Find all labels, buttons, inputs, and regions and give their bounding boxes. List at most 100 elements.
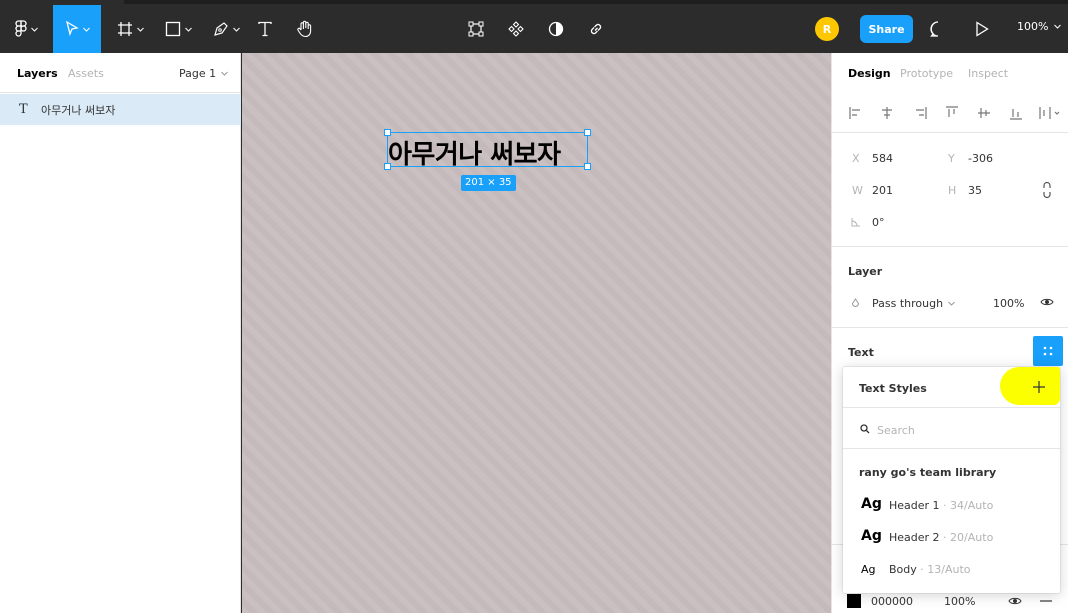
- component-icon: [508, 21, 524, 37]
- constrain-proportions-icon[interactable]: [1042, 182, 1052, 198]
- shape-tool-button[interactable]: [156, 5, 200, 53]
- divider: [832, 246, 1068, 247]
- layer-opacity-field[interactable]: 100%: [993, 297, 1024, 310]
- layers-panel: Layers Assets Page 1 T 아무거나 써보자: [0, 53, 241, 613]
- resize-handle-bottom-right[interactable]: [584, 163, 591, 170]
- divider: [843, 407, 1060, 408]
- file-tab[interactable]: [0, 0, 124, 4]
- present-button[interactable]: [970, 5, 994, 53]
- chevron-down-icon: [184, 27, 192, 32]
- selected-text-layer[interactable]: 아무거나 써보자: [387, 132, 588, 170]
- style-item-body[interactable]: Ag Body · 13/Auto: [843, 553, 1060, 585]
- chevron-down-icon: [232, 27, 240, 32]
- share-button[interactable]: Share: [860, 15, 913, 43]
- align-right-icon[interactable]: [912, 105, 928, 121]
- style-preview: Ag: [861, 496, 882, 512]
- link-icon: [590, 23, 602, 35]
- style-meta: · 20/Auto: [939, 531, 994, 544]
- move-tool-button[interactable]: [53, 5, 101, 53]
- text-layer-icon: T: [19, 102, 28, 117]
- h-label: H: [948, 184, 957, 197]
- minus-icon[interactable]: [1040, 600, 1052, 602]
- style-name: Header 1: [889, 499, 940, 512]
- resize-handle-top-left[interactable]: [384, 129, 391, 136]
- zoom-dropdown[interactable]: 100%: [1017, 20, 1062, 33]
- frame-icon: [117, 22, 132, 36]
- eye-icon[interactable]: [1040, 297, 1054, 307]
- tab-design[interactable]: Design: [848, 67, 891, 80]
- chevron-down-icon: [136, 27, 144, 32]
- style-name: Header 2: [889, 531, 940, 544]
- chevron-down-icon: [221, 71, 228, 76]
- hand-tool-button[interactable]: [290, 5, 320, 53]
- frame-tool-button[interactable]: [108, 5, 152, 53]
- top-toolbar: R Share 100%: [0, 0, 1068, 53]
- transform-button[interactable]: [464, 5, 488, 53]
- divider: [843, 448, 1060, 449]
- style-label: Header 1 · 34/Auto: [889, 499, 993, 512]
- chevron-down-icon: [30, 27, 38, 32]
- pen-tool-button[interactable]: [204, 5, 248, 53]
- style-label: Body · 13/Auto: [889, 563, 971, 576]
- text-styles-button[interactable]: [1033, 336, 1063, 366]
- pen-icon: [213, 22, 228, 36]
- style-item-header-2[interactable]: Ag Header 2 · 20/Auto: [843, 521, 1060, 553]
- tab-layers[interactable]: Layers: [17, 67, 58, 80]
- tab-inspect[interactable]: Inspect: [968, 67, 1008, 80]
- align-left-icon[interactable]: [848, 105, 864, 121]
- style-preview: Ag: [861, 563, 876, 576]
- style-preview: Ag: [861, 528, 882, 544]
- popup-title: Text Styles: [859, 382, 927, 395]
- blend-mode-dropdown[interactable]: Pass through: [872, 297, 955, 310]
- bounding-box-icon: [468, 21, 484, 37]
- text-styles-popup: Text Styles rany go's team library Ag He…: [843, 367, 1060, 593]
- fill-opacity-field[interactable]: 100%: [944, 595, 975, 608]
- y-field[interactable]: -306: [968, 152, 993, 165]
- style-meta: · 13/Auto: [916, 563, 971, 576]
- rotation-field[interactable]: 0°: [872, 216, 885, 229]
- hand-icon: [297, 20, 312, 38]
- link-button[interactable]: [584, 5, 608, 53]
- tab-prototype[interactable]: Prototype: [900, 67, 953, 80]
- library-name: rany go's team library: [859, 466, 997, 479]
- style-item-header-1[interactable]: Ag Header 1 · 34/Auto: [843, 489, 1060, 521]
- right-panel-tabs: Design Prototype Inspect: [832, 53, 1068, 93]
- style-grid-icon: [1043, 346, 1053, 356]
- resize-handle-top-right[interactable]: [584, 129, 591, 136]
- distribute-icon[interactable]: [1038, 105, 1060, 121]
- text-icon: [258, 21, 272, 37]
- dimension-badge: 201 × 35: [461, 175, 516, 191]
- y-label: Y: [948, 152, 955, 165]
- main-menu-button[interactable]: [4, 5, 48, 53]
- mask-button[interactable]: [544, 5, 568, 53]
- fill-row: 000000 100%: [831, 590, 1068, 613]
- text-tool-button[interactable]: [252, 5, 278, 53]
- tab-assets[interactable]: Assets: [68, 67, 104, 80]
- component-button[interactable]: [504, 5, 528, 53]
- width-field[interactable]: 201: [872, 184, 893, 197]
- align-vertical-center-icon[interactable]: [976, 105, 992, 121]
- rotation-icon: [851, 218, 860, 227]
- align-top-icon[interactable]: [944, 105, 960, 121]
- page-selector[interactable]: Page 1: [179, 67, 228, 80]
- eye-icon[interactable]: [1008, 596, 1022, 606]
- canvas[interactable]: 아무거나 써보자 201 × 35: [242, 53, 831, 613]
- comments-button[interactable]: [926, 5, 950, 53]
- search-icon: [860, 424, 870, 434]
- style-meta: · 34/Auto: [939, 499, 994, 512]
- style-search-input[interactable]: [877, 421, 1037, 439]
- layer-item[interactable]: T 아무거나 써보자: [0, 94, 241, 125]
- x-label: X: [852, 152, 860, 165]
- plus-icon[interactable]: [1033, 381, 1045, 393]
- user-avatar[interactable]: R: [815, 17, 839, 41]
- x-field[interactable]: 584: [872, 152, 893, 165]
- fill-color-swatch[interactable]: [847, 594, 861, 608]
- align-bottom-icon[interactable]: [1008, 105, 1024, 121]
- resize-handle-bottom-left[interactable]: [384, 163, 391, 170]
- alignment-toolbar: [832, 93, 1068, 133]
- style-name: Body: [889, 563, 917, 576]
- comment-bubble-icon: [930, 21, 939, 37]
- height-field[interactable]: 35: [968, 184, 982, 197]
- fill-hex-field[interactable]: 000000: [871, 595, 913, 608]
- align-horizontal-center-icon[interactable]: [879, 105, 895, 121]
